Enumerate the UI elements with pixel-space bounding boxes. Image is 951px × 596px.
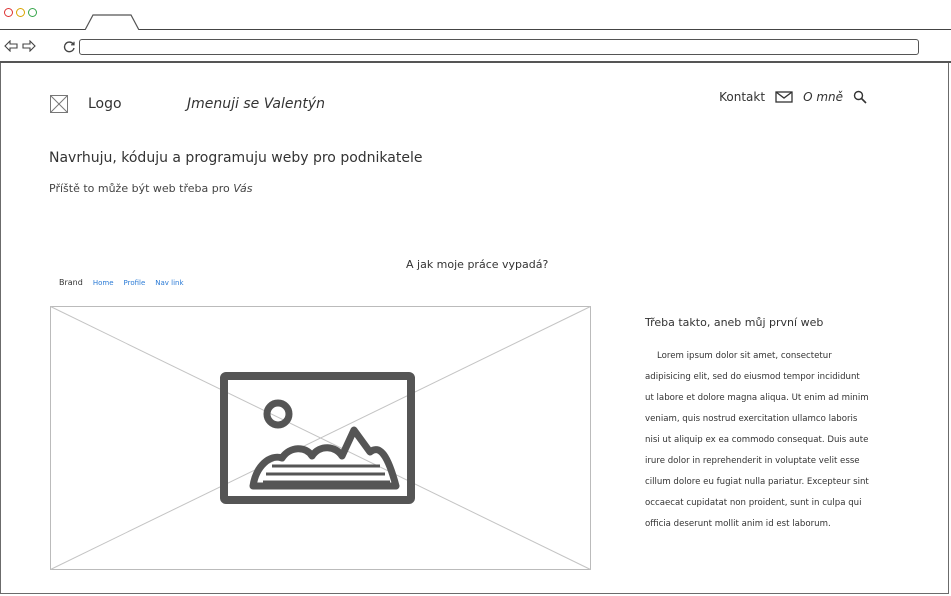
nav-link-contact[interactable]: Kontakt [719, 90, 765, 104]
envelope-icon[interactable] [775, 91, 793, 103]
preview-navbar-brand[interactable]: Brand [59, 278, 83, 287]
back-arrow-icon[interactable] [4, 40, 18, 52]
case-study-title: Třeba takto, aneb můj první web [645, 316, 824, 329]
forward-arrow-icon[interactable] [22, 40, 36, 52]
search-icon[interactable] [853, 90, 867, 104]
hero-subline-emphasis: Vás [233, 182, 253, 195]
reload-icon[interactable] [63, 40, 76, 53]
site-name: Jmenuji se Valentýn [187, 96, 325, 112]
maximize-window-button[interactable] [28, 8, 37, 17]
hero-headline: Navrhuju, kóduju a programuju weby pro p… [49, 150, 423, 166]
portfolio-section-title: A jak moje práce vypadá? [406, 258, 549, 271]
minimize-window-button[interactable] [16, 8, 25, 17]
logo-label[interactable]: Logo [88, 96, 122, 112]
nav-link-about[interactable]: O mně [803, 90, 843, 104]
browser-titlebar [0, 0, 951, 30]
close-window-button[interactable] [4, 8, 13, 17]
hero-subline-text: Příště to může být web třeba pro [49, 182, 234, 195]
preview-navbar: Brand Home Profile Nav link [59, 278, 184, 287]
website-preview-image-placeholder [50, 306, 591, 570]
window-controls [4, 8, 37, 17]
preview-nav-link[interactable]: Home [93, 279, 114, 287]
url-input[interactable] [79, 39, 919, 55]
case-study-text: Lorem ipsum dolor sit amet, consectetur … [645, 351, 869, 529]
top-navigation: Kontakt O mně [719, 90, 867, 104]
logo-placeholder-icon[interactable] [50, 95, 68, 113]
preview-nav-link[interactable]: Nav link [155, 279, 183, 287]
browser-address-bar [0, 30, 951, 63]
hero-subline: Příště to může být web třeba pro Vás [49, 182, 253, 195]
browser-tab[interactable] [85, 14, 139, 30]
preview-nav-link[interactable]: Profile [124, 279, 146, 287]
